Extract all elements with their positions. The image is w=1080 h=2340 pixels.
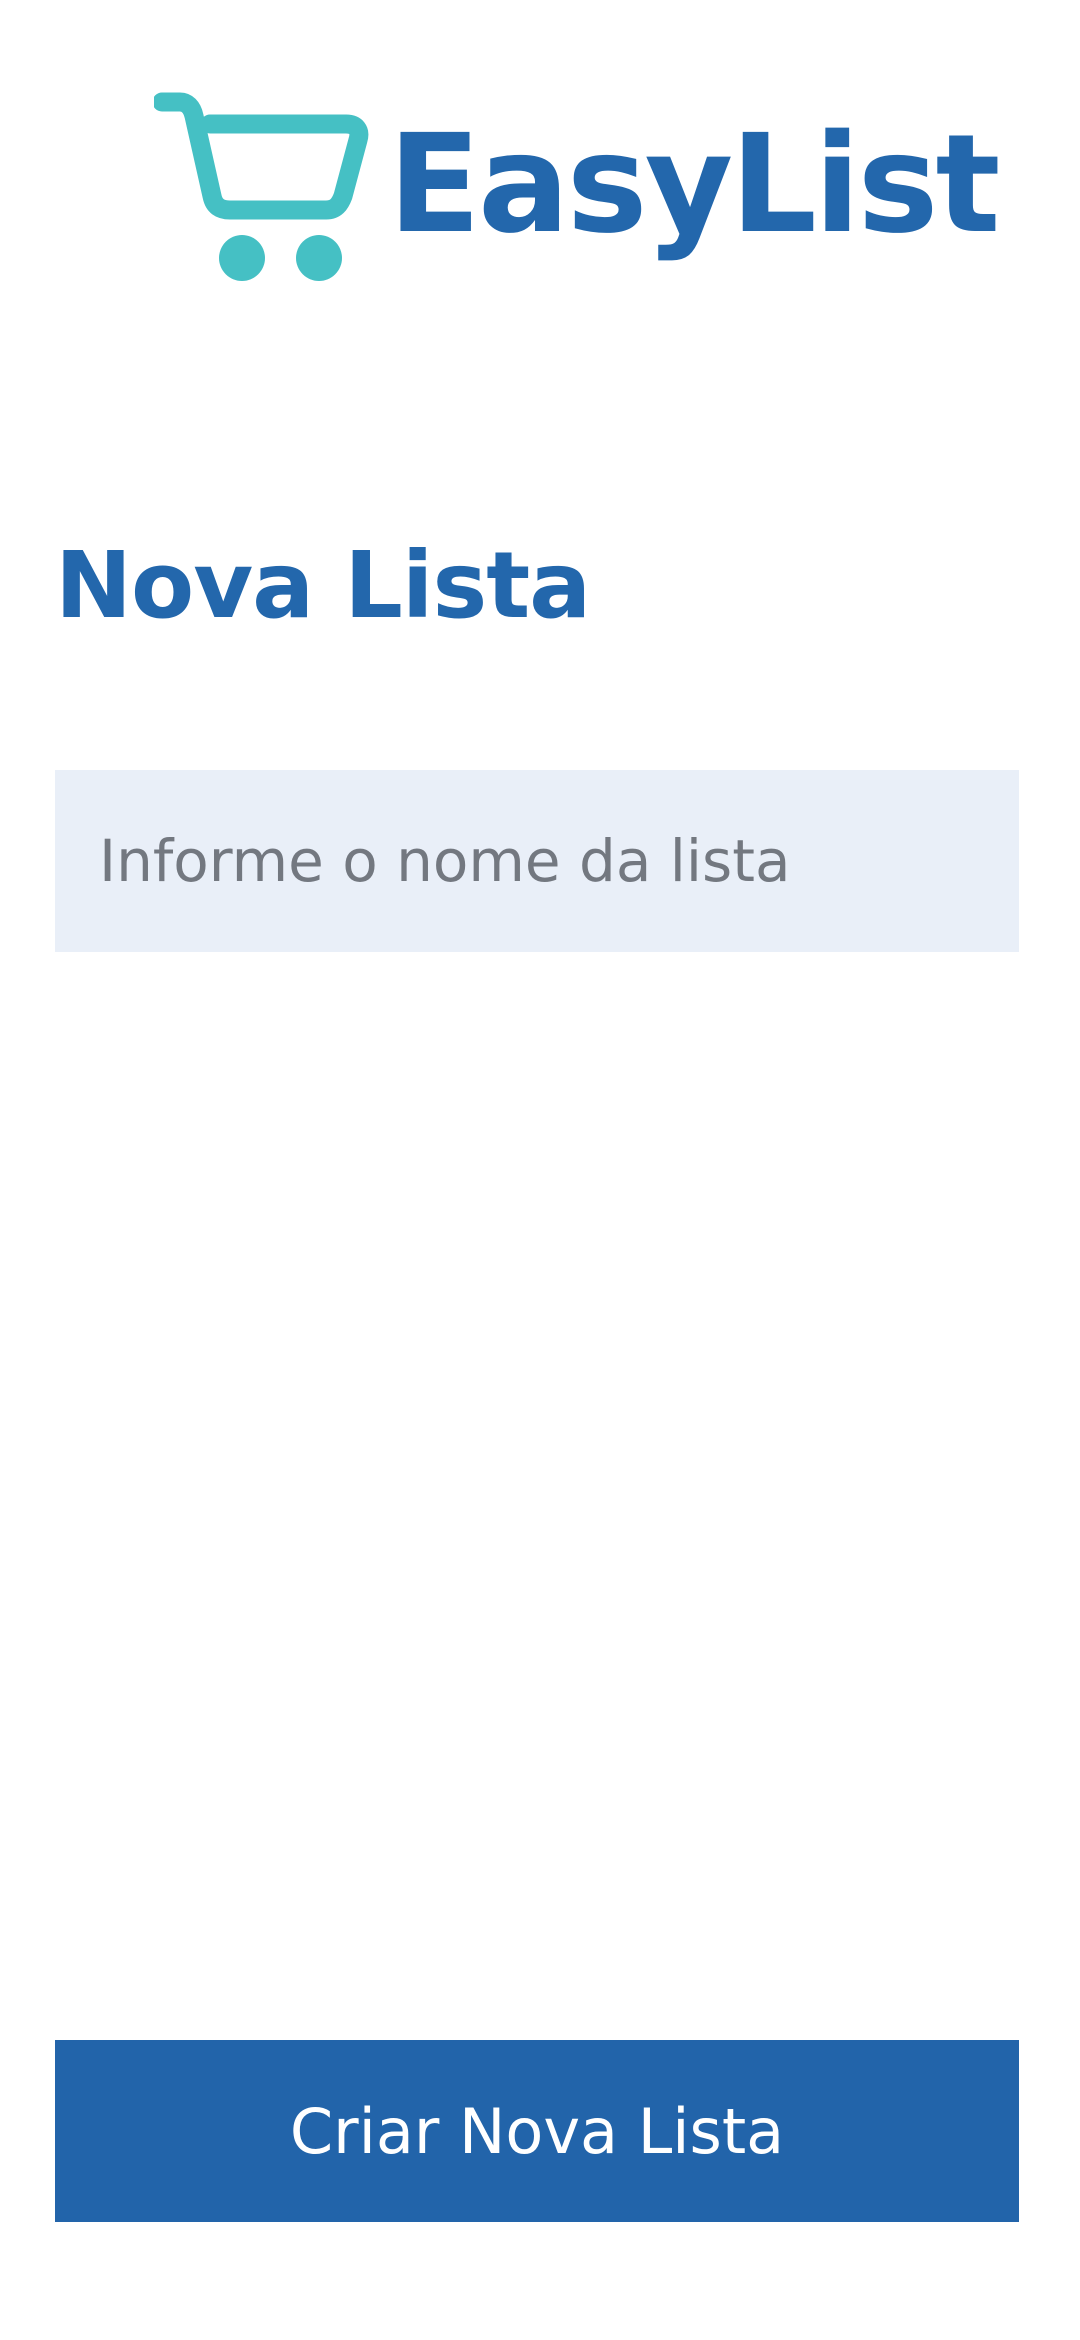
shopping-cart-icon — [154, 92, 369, 281]
create-list-button[interactable]: Criar Nova Lista — [55, 2040, 1019, 2222]
app-logo: EasyList — [154, 88, 1001, 288]
app-logo-text: EasyList — [388, 106, 1001, 264]
page-title: Nova Lista — [55, 532, 591, 639]
list-name-input[interactable] — [55, 770, 1019, 952]
new-list-screen: EasyList Nova Lista Criar Nova Lista — [0, 0, 1080, 2340]
